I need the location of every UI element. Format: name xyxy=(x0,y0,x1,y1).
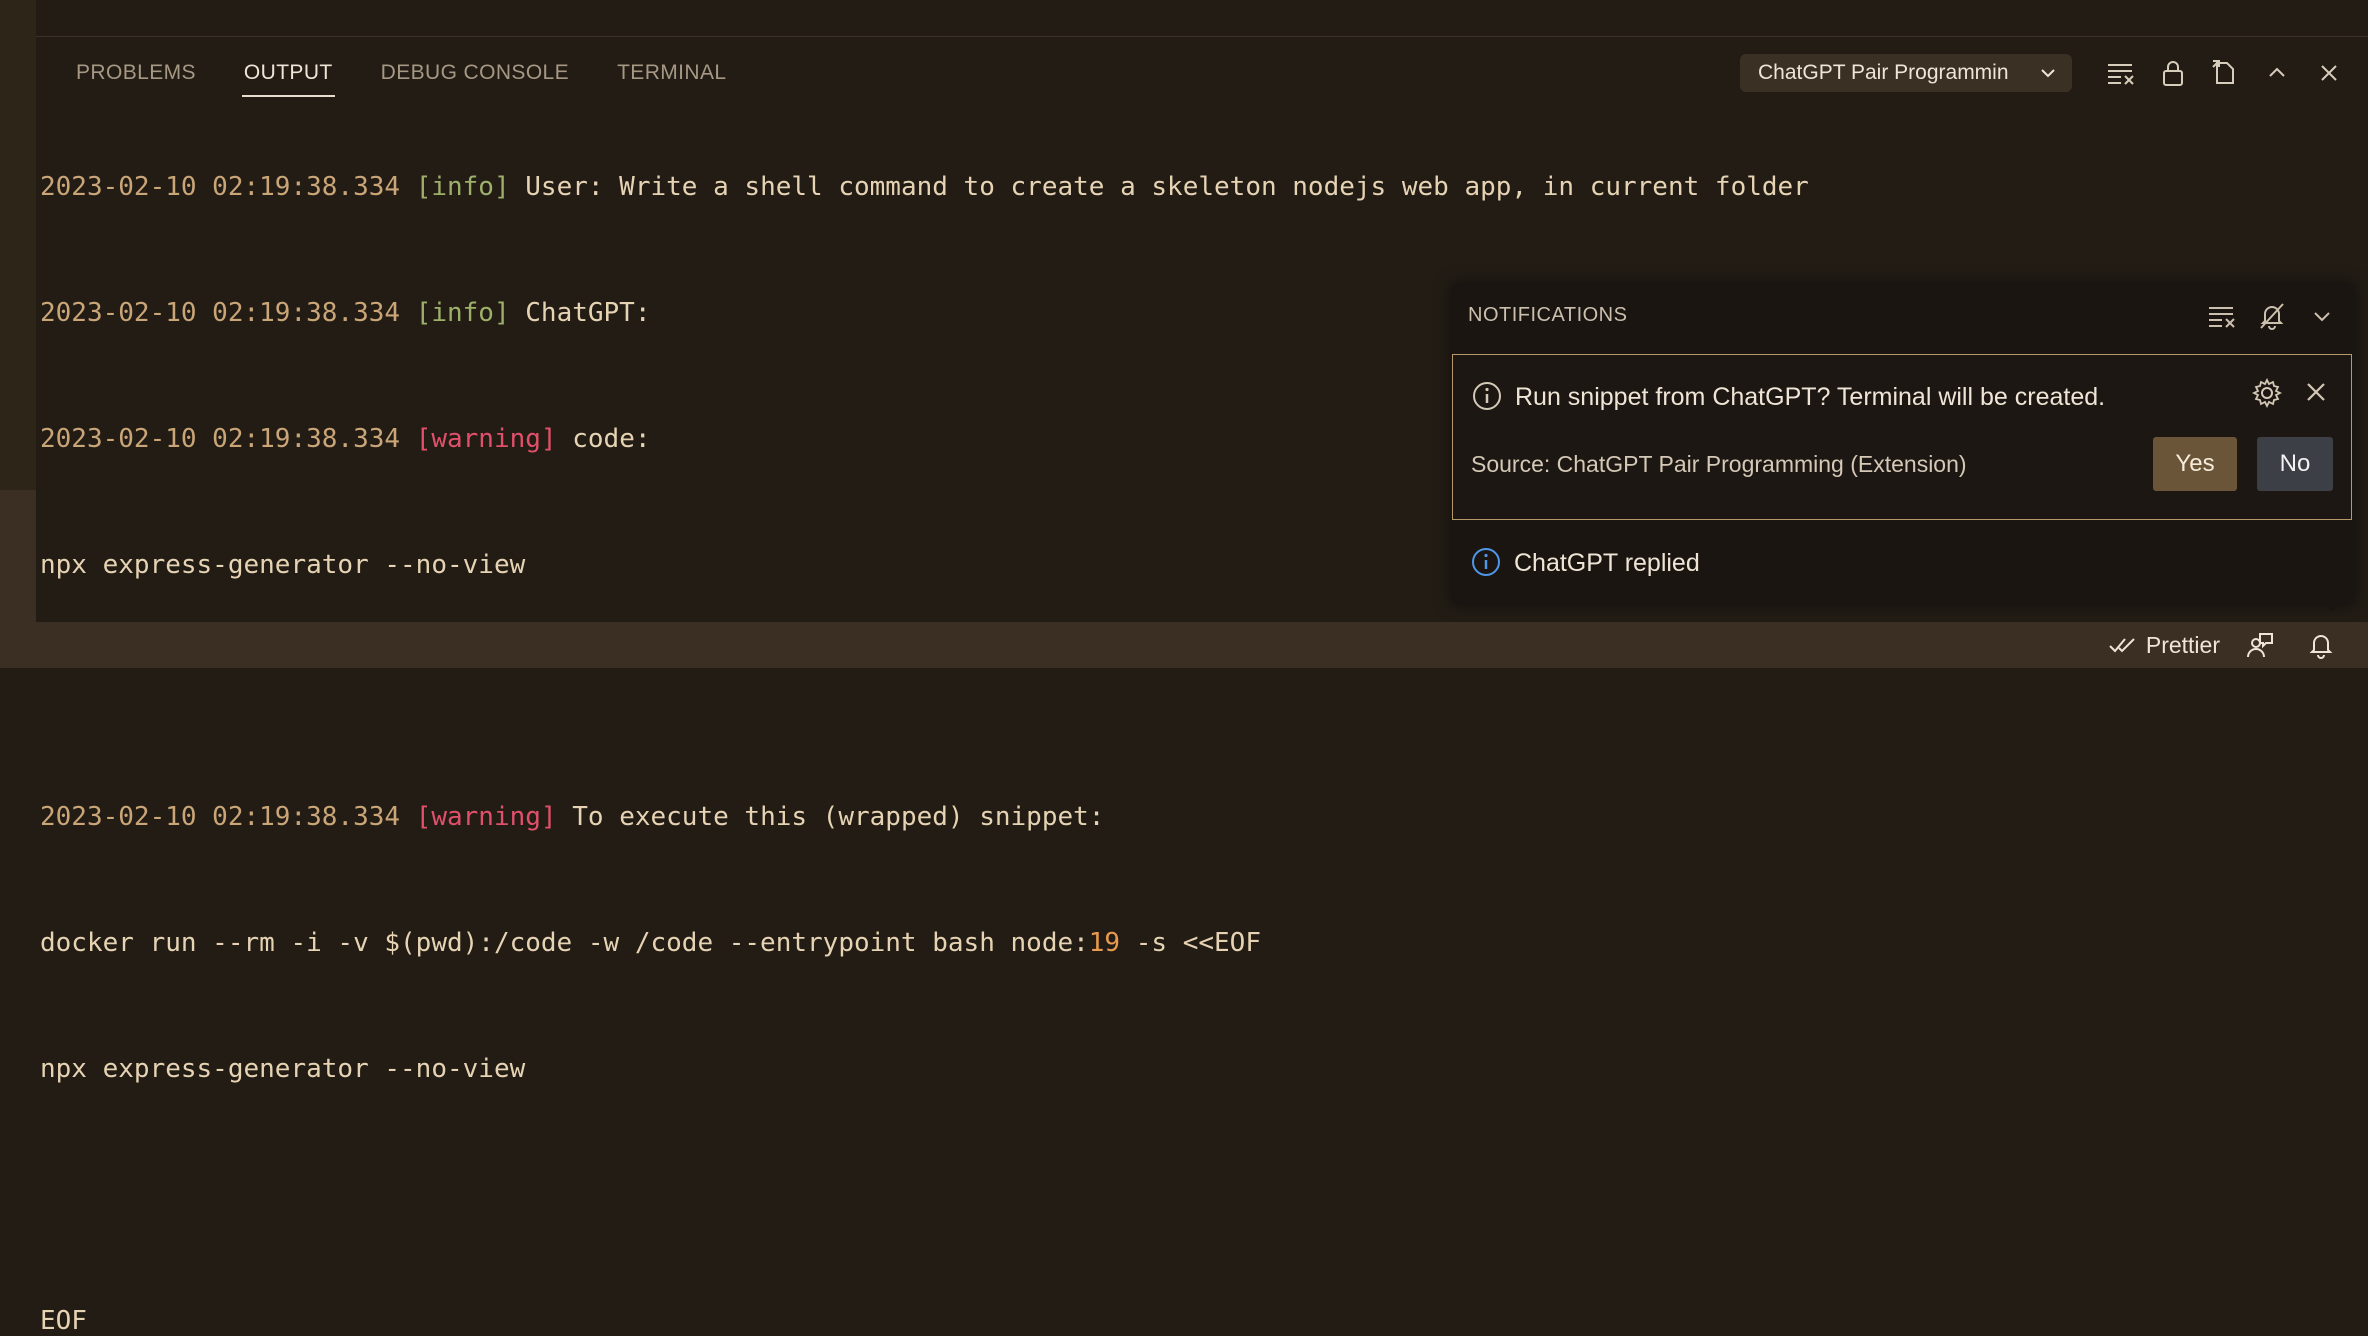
output-log: 2023-02-10 02:19:38.334 [info] User: Wri… xyxy=(40,82,1809,1336)
gear-icon[interactable] xyxy=(2251,377,2283,409)
notification-message: Run snippet from ChatGPT? Terminal will … xyxy=(1515,383,2106,411)
log-number: 19 xyxy=(1088,928,1121,958)
log-timestamp: 2023-02-10 02:19:38.334 xyxy=(40,298,401,328)
notification-source: Source: ChatGPT Pair Programming (Extens… xyxy=(1471,451,1967,477)
log-timestamp: 2023-02-10 02:19:38.334 xyxy=(40,802,401,832)
clear-all-icon xyxy=(2209,307,2235,328)
hide-notifications-button[interactable] xyxy=(2304,298,2340,334)
log-text: docker run --rm -i -v $(pwd):/code -w /c… xyxy=(40,928,1089,958)
log-line-blank xyxy=(40,670,1768,712)
clear-output-button[interactable] xyxy=(2102,54,2140,92)
chevron-down-icon xyxy=(2041,69,2055,78)
log-line: 2023-02-10 02:19:38.334 [info] User: Wri… xyxy=(40,166,1809,208)
panel-toolbar: ChatGPT Pair Programmin xyxy=(1740,54,2348,92)
do-not-disturb-button[interactable] xyxy=(2254,298,2290,334)
lock-scroll-button[interactable] xyxy=(2154,54,2192,92)
no-button[interactable]: No xyxy=(2257,437,2333,491)
chevron-up-icon xyxy=(2269,67,2285,77)
notifications-status[interactable] xyxy=(2308,631,2342,659)
bell-slash-icon xyxy=(2260,303,2284,330)
log-text: User: Write a shell command to create a … xyxy=(509,172,1809,202)
close-icon xyxy=(2321,65,2337,81)
log-text: -s <<EOF xyxy=(1120,928,1261,958)
notification-toast: Run snippet from ChatGPT? Terminal will … xyxy=(1452,354,2352,520)
output-channel-label: ChatGPT Pair Programmin xyxy=(1758,61,2009,84)
log-text: To execute this (wrapped) snippet: xyxy=(556,802,1105,832)
log-level: [info] xyxy=(415,298,510,328)
log-line: npx express-generator --no-view xyxy=(40,1054,526,1084)
log-level: [info] xyxy=(415,172,510,202)
notifications-center: NOTIFICATIONS Run snippet from ChatGPT? … xyxy=(1452,284,2354,612)
log-text: code: xyxy=(556,424,651,454)
feedback-status[interactable] xyxy=(2246,631,2282,659)
feedback-person-icon xyxy=(2247,633,2273,658)
notifications-header: NOTIFICATIONS xyxy=(1468,304,1628,326)
log-line: 2023-02-10 02:19:38.334 [warning] To exe… xyxy=(40,796,1768,838)
clear-all-icon xyxy=(2108,64,2134,85)
prettier-status[interactable]: Prettier xyxy=(2108,632,2220,659)
close-panel-button[interactable] xyxy=(2310,54,2348,92)
notifications-actions xyxy=(2190,298,2340,334)
open-file-icon xyxy=(2212,60,2234,84)
double-check-icon xyxy=(2109,638,2135,653)
close-icon[interactable] xyxy=(2303,379,2329,405)
log-line-blank xyxy=(40,1174,1768,1216)
clear-notifications-button[interactable] xyxy=(2204,298,2240,334)
open-in-editor-button[interactable] xyxy=(2206,54,2244,92)
status-bar: Prettier xyxy=(0,622,2368,668)
log-level: [warning] xyxy=(415,802,557,832)
editor-area-edge xyxy=(36,0,2368,37)
info-icon xyxy=(1473,382,1501,410)
yes-button[interactable]: Yes xyxy=(2153,437,2237,491)
notifications-caret xyxy=(2322,602,2342,612)
info-icon xyxy=(1472,548,1500,576)
log-timestamp: 2023-02-10 02:19:38.334 xyxy=(40,424,401,454)
lock-icon xyxy=(2163,61,2183,86)
maximize-panel-button[interactable] xyxy=(2258,54,2296,92)
log-timestamp: 2023-02-10 02:19:38.334 xyxy=(40,172,401,202)
notification-message-replied[interactable]: ChatGPT replied xyxy=(1514,549,1700,578)
output-channel-select[interactable]: ChatGPT Pair Programmin xyxy=(1740,54,2072,92)
log-text: ChatGPT: xyxy=(509,298,651,328)
left-gutter-lower xyxy=(0,490,36,622)
prettier-label: Prettier xyxy=(2145,631,2220,658)
chevron-down-icon xyxy=(2314,312,2330,322)
log-line: docker run --rm -i -v $(pwd):/code -w /c… xyxy=(40,922,1768,964)
bell-icon xyxy=(2309,635,2333,659)
log-level: [warning] xyxy=(415,424,557,454)
log-line: EOF xyxy=(40,1306,87,1336)
